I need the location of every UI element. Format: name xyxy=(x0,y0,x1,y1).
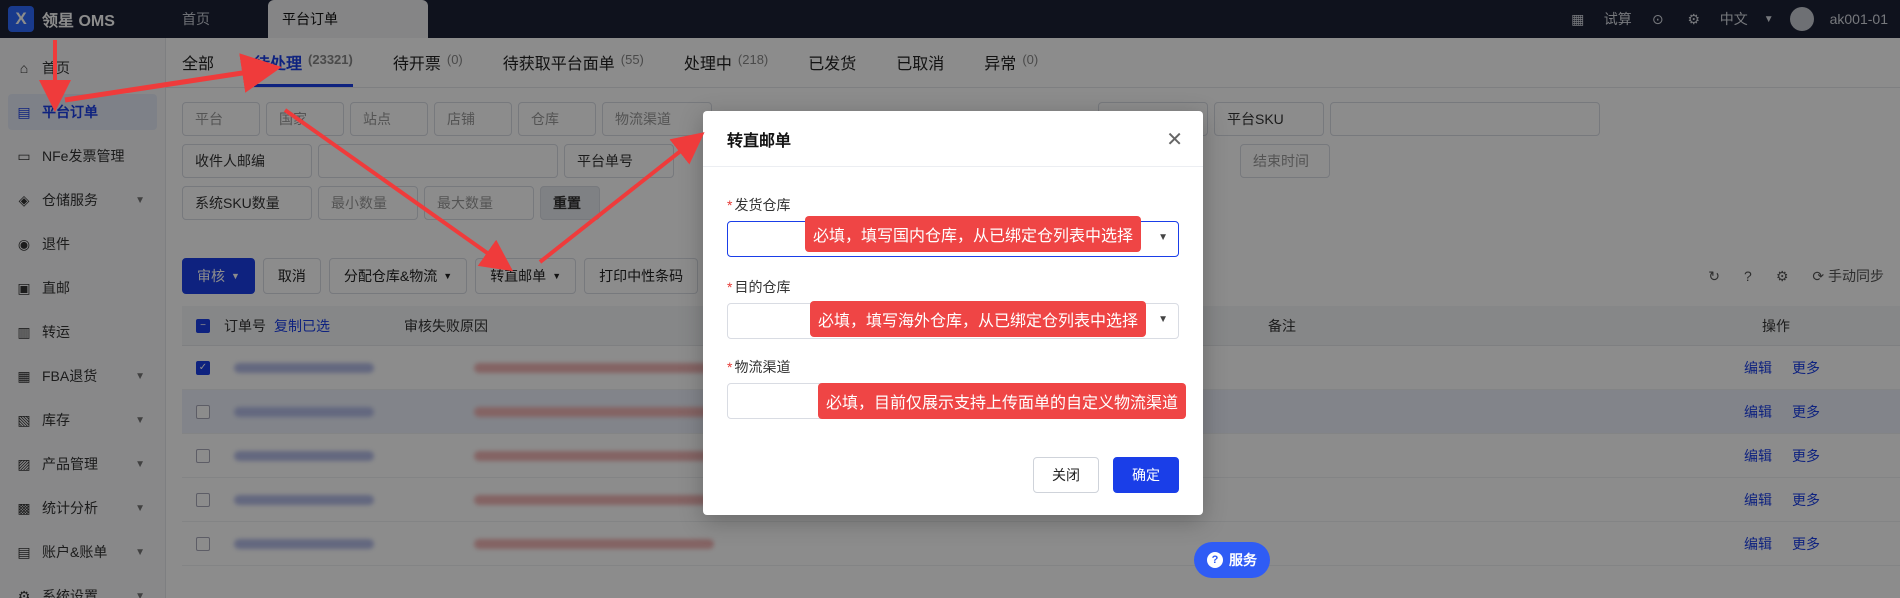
arrow-modal xyxy=(538,132,705,264)
arrow-button xyxy=(283,108,514,272)
annotation-arrows xyxy=(39,40,705,272)
arrow-tab xyxy=(64,53,282,103)
